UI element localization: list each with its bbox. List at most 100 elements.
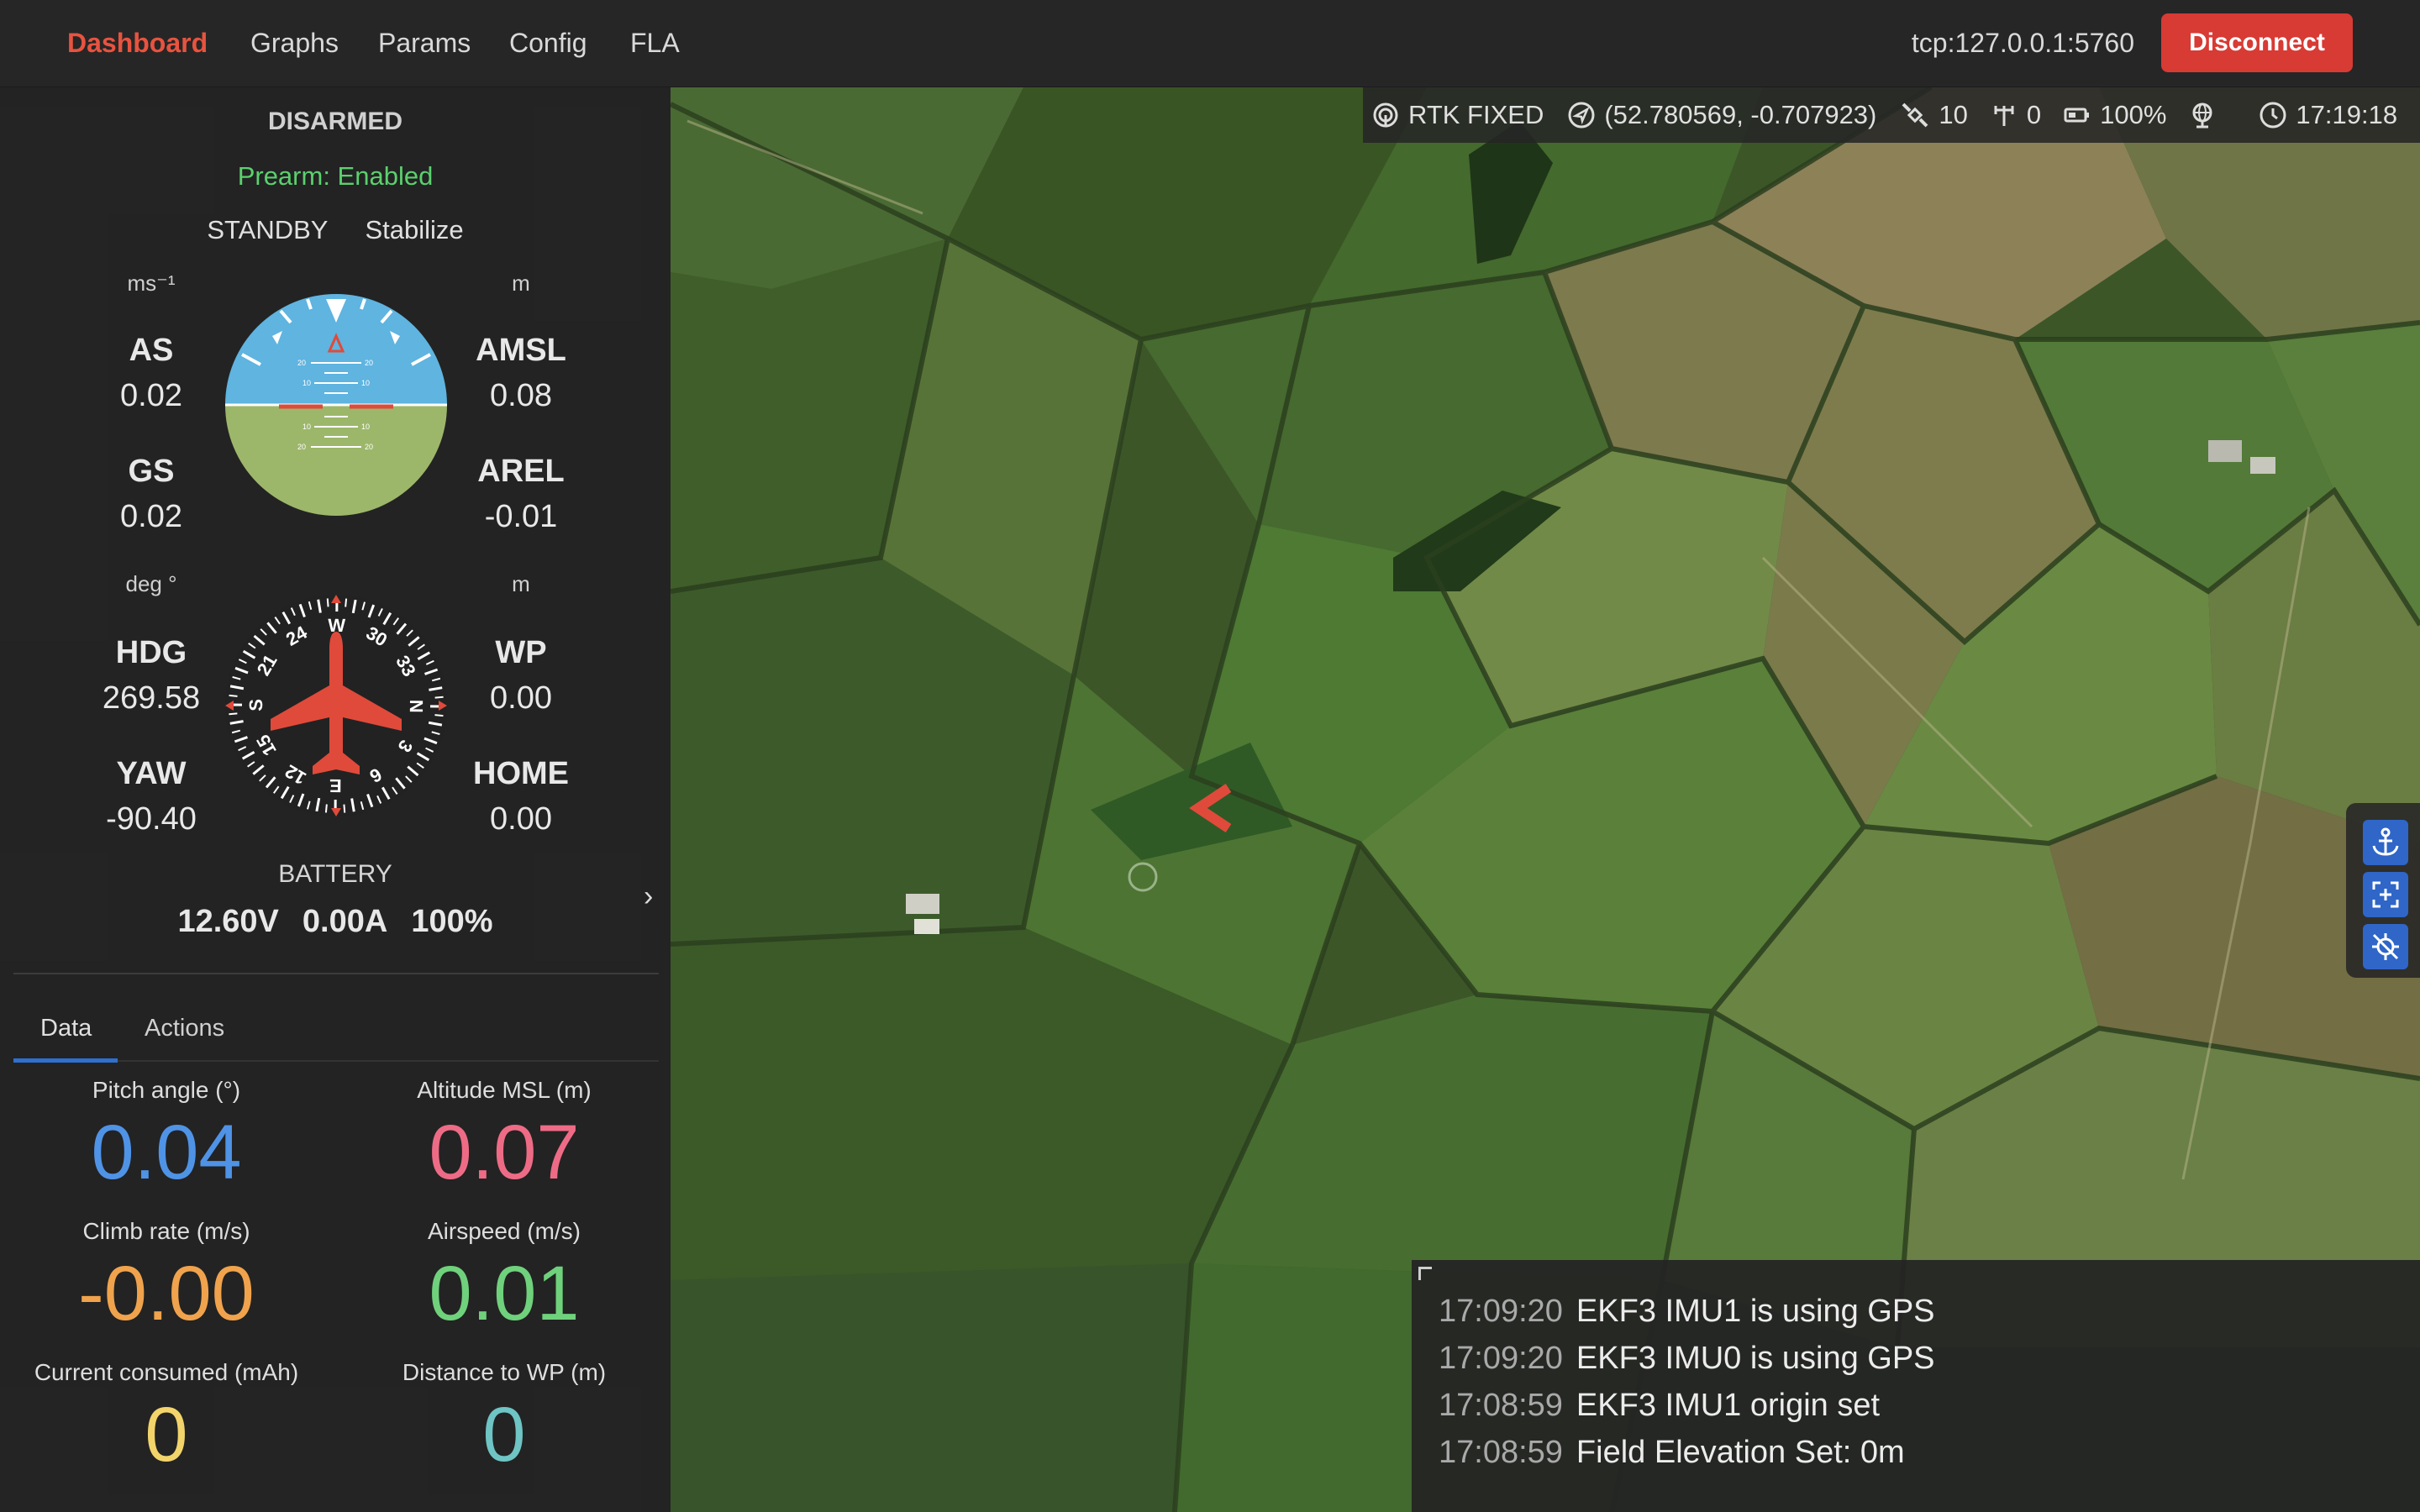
battery-status: 100% [2063,100,2166,130]
globe-icon [2192,102,2212,129]
battery-label: BATTERY [278,860,392,888]
wp-label: WP [495,635,547,670]
gps-fix-status: RTK FIXED [1371,100,1544,130]
pitch-label: 10 [302,423,311,431]
resize-handle-icon[interactable] [1418,1267,1432,1280]
compass-tick [324,804,328,813]
as-label: AS [129,333,174,368]
yaw-value: -90.40 [106,801,197,837]
zoom-to-fit-icon[interactable] [2363,872,2408,917]
yaw-label: YAW [116,756,187,791]
home-label: HOME [473,756,569,791]
tile-label: Current consumed (mAh) [34,1359,299,1385]
ground [225,405,447,516]
message-row: 17:08:59 Field Elevation Set: 0m [1439,1431,1905,1473]
compass-tick [326,598,329,607]
hdg-value: 269.58 [102,680,201,716]
wp-value: 0.00 [490,680,552,716]
flight-mode: Stabilize [365,215,464,244]
pitch-label: 20 [297,359,306,367]
map-tools-panel [2346,803,2420,978]
hdg-label: HDG [115,635,187,670]
tile-value: 0.04 [91,1110,242,1195]
clock-status: 17:19:18 [2259,100,2397,130]
satellite-status: 10 [1900,100,1968,130]
tile-label: Airspeed (m/s) [427,1218,581,1244]
distance-unit: m [512,571,530,596]
tile-value: 0.01 [429,1251,580,1336]
clock-icon [2260,102,2286,129]
pitch-label: 20 [297,443,306,451]
battery-readout: 12.60V 0.00A 100% [0,904,671,940]
tab-actions[interactable]: Actions [145,1015,224,1042]
pitch-label: 10 [361,379,370,387]
message-time: 17:09:20 [1439,1294,1563,1329]
heading-indicator: N36E1215S2124 W 3033 [225,595,447,816]
altitude-unit: m [512,270,530,296]
gs-value: 0.02 [120,499,182,534]
battery-voltage: 12.60V [177,904,279,939]
flight-state: STANDBY Stabilize [0,215,671,245]
connection-address: tcp:127.0.0.1:5760 [1911,28,2134,58]
top-navbar: Dashboard Graphs Params Config FLA tcp:1… [0,0,2420,87]
message-time: 17:09:20 [1439,1341,1563,1376]
signal-value: 0 [2026,100,2042,129]
position-text: (52.780569, -0.707923) [1604,100,1877,129]
arel-label: AREL [477,454,565,489]
compass-tick [345,598,348,607]
nav-dashboard[interactable]: Dashboard [67,25,208,60]
nav-params[interactable]: Params [378,25,471,60]
compass-label: E [329,775,342,796]
tile-label: Distance to WP (m) [402,1359,607,1385]
tile-label: Pitch angle (°) [92,1077,241,1103]
chevron-right-icon[interactable]: › [644,880,669,914]
amsl-value: 0.08 [490,378,552,413]
divider [13,973,659,974]
nav-config[interactable]: Config [509,25,587,60]
nav-fla[interactable]: FLA [630,25,680,60]
pitch-label: 20 [365,359,373,367]
compass-tick [434,696,444,699]
satellite-count: 10 [1939,100,1968,129]
position-status: (52.780569, -0.707923) [1567,100,1876,130]
satellite-icon [1902,102,1928,128]
attitude-indicator: 20 20 10 10 10 10 20 20 [225,294,447,516]
anchor-icon[interactable] [2363,820,2408,865]
prearm-status: Prearm: Enabled [237,161,434,191]
arm-state: DISARMED [267,108,402,135]
amsl-label: AMSL [476,333,566,368]
tile-label: Altitude MSL (m) [417,1077,592,1103]
hide-location-icon[interactable] [2363,924,2408,969]
speed-unit: ms⁻¹ [127,270,176,296]
pitch-label: 10 [302,379,311,387]
compass-label: S [245,699,266,711]
tab-data[interactable]: Data [40,1015,92,1042]
pitch-label: 10 [361,423,370,431]
angle-unit: deg ° [125,571,177,596]
home-value: 0.00 [490,801,552,837]
compass-tick [229,712,238,716]
message-row: 17:08:59 EKF3 IMU1 origin set [1439,1384,1880,1426]
message-text: EKF3 IMU1 origin set [1576,1388,1881,1423]
globe-status [2188,101,2225,129]
message-row: 17:09:20 EKF3 IMU1 is using GPS [1439,1290,1935,1332]
pitch-label: 20 [365,443,373,451]
nav-graphs[interactable]: Graphs [250,25,339,60]
signal-status: 0 [1990,100,2041,130]
tile-value: -0.00 [78,1251,255,1336]
disconnect-button[interactable]: Disconnect [2161,13,2353,72]
tile-label: Climb rate (m/s) [82,1218,250,1244]
status-bar: RTK FIXED (52.780569, -0.707923) 10 0 10… [1363,87,2420,143]
battery-current: 0.00A [302,904,388,939]
compass-tick [343,804,346,813]
message-row: 17:09:20 EKF3 IMU0 is using GPS [1439,1337,1935,1379]
message-text: EKF3 IMU0 is using GPS [1576,1341,1935,1376]
aircraft-position-marker [1189,784,1232,832]
gs-label: GS [128,454,175,489]
as-value: 0.02 [120,378,182,413]
clock-time: 17:19:18 [2296,100,2398,129]
telemetry-sidebar: DISARMED Prearm: Enabled STANDBY Stabiliz… [0,87,671,1512]
tile-value: 0 [482,1392,526,1478]
system-status: STANDBY [207,215,329,244]
message-log[interactable]: 17:09:20 EKF3 IMU1 is using GPS 17:09:20 E… [1412,1260,2420,1512]
